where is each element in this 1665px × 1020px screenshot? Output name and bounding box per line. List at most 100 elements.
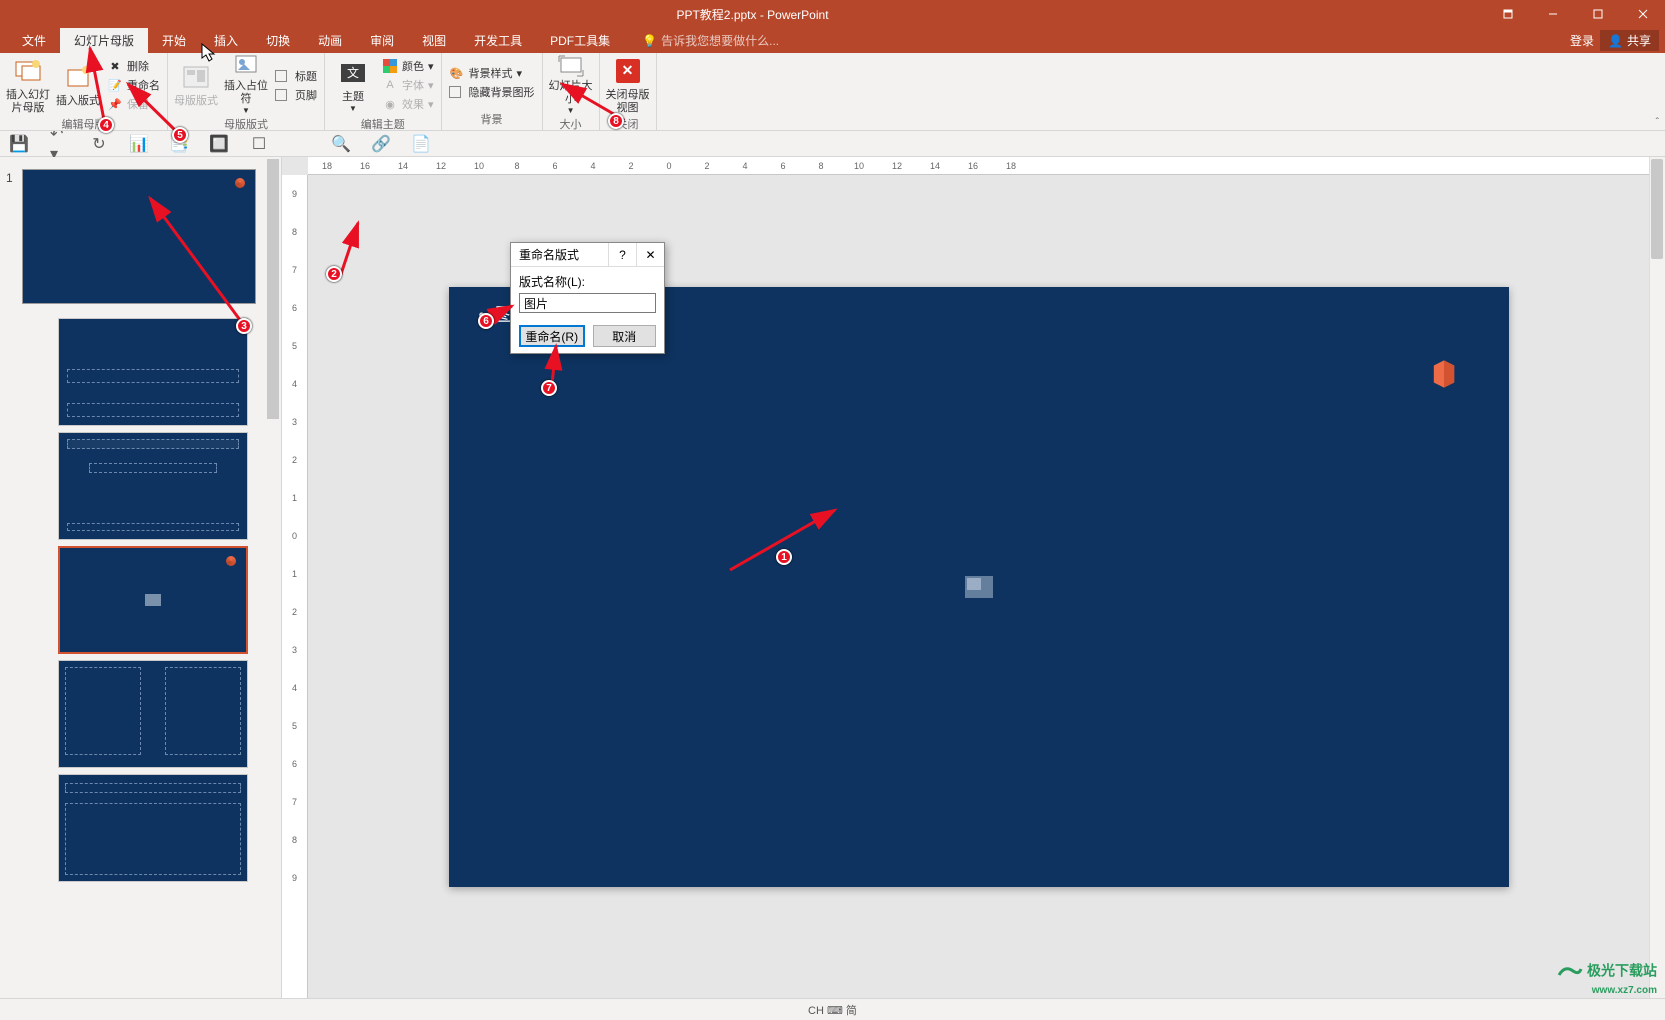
tab-slide-master[interactable]: 幻灯片母版 — [60, 28, 148, 53]
dialog-rename-button[interactable]: 重命名(R) — [519, 325, 585, 347]
annotation-marker: 6 — [478, 313, 494, 329]
themes-icon: 文 — [337, 57, 369, 89]
delete-label: 删除 — [127, 58, 149, 74]
delete-button[interactable]: ✖删除 — [104, 57, 163, 75]
slide-editor: 18161412108642024681012141618 9876543210… — [282, 157, 1665, 998]
title-bar: PPT教程2.pptx - PowerPoint — [0, 0, 1665, 28]
master-layout-label: 母版版式 — [174, 95, 218, 108]
tab-animations[interactable]: 动画 — [304, 28, 356, 53]
hide-bg-checkbox[interactable]: 隐藏背景图形 — [446, 83, 538, 101]
close-icon[interactable] — [1620, 0, 1665, 28]
layout-thumbnail-selected[interactable] — [58, 546, 248, 654]
qat-icon-6[interactable]: 🔗 — [372, 135, 390, 153]
tab-transitions[interactable]: 切换 — [252, 28, 304, 53]
group-size: 幻灯片大小▼ 大小 — [543, 53, 600, 130]
watermark-brand: 极光下载站 — [1587, 962, 1657, 978]
colors-label: 颜色 — [402, 58, 424, 74]
group-master-layout-label: 母版版式 — [224, 115, 268, 133]
annotation-marker: 2 — [326, 266, 342, 282]
qat-icon-5[interactable]: 🔍 — [332, 135, 350, 153]
slide-canvas[interactable]: 图片 — [449, 287, 1509, 887]
close-master-label: 关闭母版视图 — [604, 89, 652, 115]
checkbox-icon — [449, 86, 461, 98]
insert-slide-master-button[interactable]: 插入幻灯片母版 — [4, 55, 52, 115]
placeholder-icon — [230, 54, 262, 78]
qat-icon-4[interactable]: ☐ — [250, 135, 268, 153]
colors-icon — [382, 58, 398, 74]
layout-thumbnail[interactable] — [58, 318, 248, 426]
tab-home[interactable]: 开始 — [148, 28, 200, 53]
qat-icon-3[interactable]: 🔲 — [210, 135, 228, 153]
collapse-ribbon-icon[interactable]: ˆ — [1656, 117, 1659, 128]
login-link[interactable]: 登录 — [1570, 32, 1594, 49]
layout-name-input[interactable] — [519, 293, 656, 313]
annotation-marker: 3 — [236, 318, 252, 334]
effects-button: ◉效果 ▾ — [379, 95, 437, 113]
group-size-label: 大小 — [560, 115, 582, 133]
master-number: 1 — [6, 171, 13, 185]
maximize-icon[interactable] — [1575, 0, 1620, 28]
dialog-close-button[interactable]: ✕ — [636, 243, 664, 267]
dialog-title: 重命名版式 — [511, 246, 608, 263]
insert-layout-label: 插入版式 — [56, 95, 100, 108]
editor-scrollbar[interactable] — [1649, 157, 1665, 998]
preserve-label: 保留 — [127, 96, 149, 112]
slide-size-button[interactable]: 幻灯片大小▼ — [547, 55, 595, 115]
close-master-button[interactable]: ✕ 关闭母版视图 — [604, 55, 652, 115]
group-background: 🎨背景样式 ▾ 隐藏背景图形 背景 — [442, 53, 543, 130]
ribbon-options-icon[interactable] — [1485, 0, 1530, 28]
hide-bg-label: 隐藏背景图形 — [469, 84, 535, 100]
insert-layout-button[interactable]: 插入版式 — [54, 55, 102, 115]
status-bar: CH ⌨ 简 — [0, 998, 1665, 1020]
undo-icon[interactable]: ↶ ▾ — [50, 135, 68, 153]
annotation-marker: 8 — [608, 113, 624, 129]
annotation-marker: 5 — [172, 127, 188, 143]
bg-styles-label: 背景样式 — [469, 65, 513, 81]
tab-developer[interactable]: 开发工具 — [460, 28, 536, 53]
thumbnail-scrollbar[interactable] — [265, 157, 281, 998]
layout-thumbnail[interactable] — [58, 774, 248, 882]
qat-icon-7[interactable]: 📄 — [412, 135, 430, 153]
preserve-icon: 📌 — [107, 96, 123, 112]
annotation-marker: 4 — [98, 117, 114, 133]
logo-icon — [235, 178, 245, 188]
redo-icon[interactable]: ↻ — [90, 135, 108, 153]
insert-placeholder-label: 插入占位符 — [222, 80, 270, 106]
layout-thumbnail[interactable] — [58, 432, 248, 540]
dialog-help-button[interactable]: ? — [608, 243, 636, 267]
group-background-label: 背景 — [481, 110, 503, 128]
bg-styles-icon: 🎨 — [449, 65, 465, 81]
tab-review[interactable]: 审阅 — [356, 28, 408, 53]
horizontal-ruler: 18161412108642024681012141618 — [308, 157, 1649, 175]
picture-placeholder-icon[interactable] — [965, 576, 993, 598]
effects-label: 效果 — [402, 96, 424, 112]
title-checkbox-label: 标题 — [295, 68, 317, 84]
title-checkbox[interactable]: 标题 — [272, 67, 320, 85]
layout-icon — [62, 61, 94, 93]
tab-file[interactable]: 文件 — [8, 28, 60, 53]
insert-placeholder-button[interactable]: 插入占位符▼ — [222, 55, 270, 115]
footer-checkbox[interactable]: 页脚 — [272, 86, 320, 104]
dialog-cancel-button[interactable]: 取消 — [593, 325, 657, 347]
rename-button[interactable]: 📝重命名 — [104, 76, 163, 94]
rename-icon: 📝 — [107, 77, 123, 93]
minimize-icon[interactable] — [1530, 0, 1575, 28]
bg-styles-button[interactable]: 🎨背景样式 ▾ — [446, 64, 538, 82]
office-logo-icon — [1427, 357, 1461, 391]
tell-me-search[interactable]: 💡 告诉我您想要做什么... — [624, 32, 779, 49]
share-button[interactable]: 👤 共享 — [1600, 30, 1659, 51]
group-edit-theme-label: 编辑主题 — [361, 115, 405, 133]
group-master-layout: 母版版式 插入占位符▼ 标题 页脚 母版版式 — [168, 53, 325, 130]
tab-view[interactable]: 视图 — [408, 28, 460, 53]
layout-name-label: 版式名称(L): — [519, 273, 656, 290]
tab-pdf-tools[interactable]: PDF工具集 — [536, 28, 624, 53]
annotation-marker: 7 — [541, 380, 557, 396]
save-icon[interactable]: 💾 — [10, 135, 28, 153]
themes-button[interactable]: 文 主题▼ — [329, 55, 377, 115]
qat-icon-1[interactable]: 📊 — [130, 135, 148, 153]
rename-layout-dialog: 重命名版式 ? ✕ 版式名称(L): 重命名(R) 取消 — [510, 242, 665, 354]
watermark-url: www.xz7.com — [1592, 985, 1657, 996]
master-thumbnail[interactable] — [22, 169, 256, 304]
colors-button[interactable]: 颜色 ▾ — [379, 57, 437, 75]
layout-thumbnail[interactable] — [58, 660, 248, 768]
